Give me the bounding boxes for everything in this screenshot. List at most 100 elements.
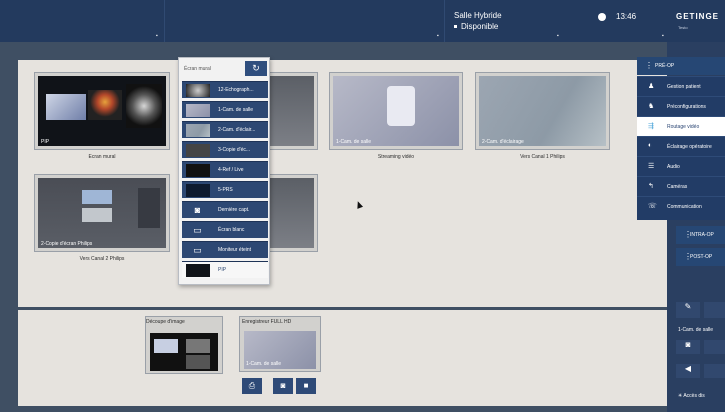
refresh-button[interactable]: ↻ — [245, 61, 267, 76]
tile-overlay-label: 1-Cam. de salle — [336, 139, 372, 145]
volume-button[interactable]: ◀ — [676, 364, 700, 378]
panel-button[interactable] — [704, 302, 725, 318]
edit-button[interactable]: ✎ — [676, 302, 700, 318]
menu-routage-video[interactable]: ⇶ Routage vidéo — [637, 116, 725, 136]
panel-button-2[interactable] — [704, 340, 725, 354]
tile-image — [38, 76, 166, 146]
room-selector[interactable]: Salle Hybride Disponible — [454, 10, 502, 32]
tile-canal-1[interactable]: 2-Cam. d'éclairage — [475, 72, 610, 150]
dropdown-item[interactable]: 2-Cam. d'éclair... — [182, 121, 268, 138]
tile-enregistreur[interactable]: Enregistreur FULL HD 1-Cam. de salle — [239, 316, 321, 372]
tile-overlay-label: 1-Cam. de salle — [246, 361, 282, 367]
menu-label: Caméras — [667, 184, 688, 190]
tile-decoupe[interactable]: Découpe d'image — [145, 316, 223, 374]
room-name: Salle Hybride — [454, 11, 502, 20]
camera-arm-icon: ↰ — [648, 183, 654, 190]
printer-icon: ⎙ — [248, 381, 256, 390]
dropdown-item[interactable]: ◙ Dernière capt. — [182, 201, 268, 218]
quad-image — [186, 355, 210, 369]
dropdown-item-label: Dernière capt. — [218, 207, 250, 213]
tile-hidden[interactable] — [262, 72, 318, 150]
tile-overlay-label: PIP — [41, 139, 50, 145]
brand-sub: Testo — [678, 25, 688, 30]
tile-streaming[interactable]: 1-Cam. de salle — [329, 72, 463, 150]
source-thumbnail — [186, 84, 210, 97]
audio-icon: ☰ — [648, 163, 655, 170]
menu-label: Préconfigurations — [667, 104, 706, 110]
menu-eclairage[interactable]: ◐ Éclairage opératoire — [637, 136, 725, 156]
dropdown-item[interactable]: 12-Echograph... — [182, 81, 268, 98]
snapshot-button[interactable]: ◙ — [273, 378, 293, 394]
camera-icon: ◙ — [280, 381, 286, 390]
video-camera-icon: ■ — [303, 381, 309, 390]
topbar-segment-2[interactable] — [165, 0, 445, 42]
status-dot-icon — [454, 25, 457, 29]
camera-button[interactable]: ◙ — [676, 340, 700, 354]
source-dropdown[interactable]: Écran mural ↻ 12-Echograph... 1-Cam. de … — [178, 57, 270, 285]
source-thumbnail — [186, 164, 210, 177]
phase-label: POST-OP — [690, 254, 713, 260]
menu-preconfigurations[interactable]: ♞ Préconfigurations — [637, 96, 725, 116]
menu-label: Gestion patient — [667, 84, 701, 90]
tile-hidden-2[interactable] — [262, 174, 318, 252]
phase-post-op[interactable]: ⋮ POST-OP — [676, 248, 725, 266]
right-menu: ♟ Gestion patient ♞ Préconfigurations ⇶ Rou… — [637, 76, 725, 220]
panel-button-3[interactable] — [704, 364, 725, 378]
phase-marker-icon: ⋮ — [645, 61, 653, 70]
tile-image — [38, 178, 166, 248]
dropdown-item-selected[interactable]: PIP — [182, 261, 268, 278]
dropdown-item[interactable]: 5-PRS — [182, 181, 268, 198]
menu-communication[interactable]: ☏ Communication — [637, 196, 725, 216]
dropdown-item-label: 2-Cam. d'éclair... — [218, 127, 256, 133]
tile-caption: Streaming vidéo — [377, 154, 415, 160]
patient-icon: ♟ — [648, 83, 655, 90]
tile-image — [150, 333, 218, 371]
record-button[interactable]: ■ — [296, 378, 316, 394]
dropdown-item-label: 5-PRS — [218, 187, 233, 193]
tile-caption: Vers Canal 1 Philips — [520, 154, 565, 160]
tile-ecran-mural[interactable]: PIP — [34, 72, 170, 150]
light-icon: ◐ — [648, 142, 653, 149]
clock-icon — [598, 13, 606, 21]
tile-canal-2[interactable]: 2-Copie d'écran Philips — [34, 174, 170, 252]
pip-sub-image — [88, 90, 122, 120]
dropdown-item[interactable]: 1-Cam. de salle — [182, 101, 268, 118]
communication-icon: ☏ — [648, 203, 657, 210]
menu-cameras[interactable]: ↰ Caméras — [637, 176, 725, 196]
dropdown-item[interactable]: 3-Copie d'éc... — [182, 141, 268, 158]
access-button[interactable]: ✳ Accès dis — [678, 393, 705, 399]
phase-label: INTRA-OP — [690, 232, 714, 238]
topbar-segment-1[interactable] — [0, 0, 165, 42]
recording-area — [18, 310, 668, 406]
source-thumbnail — [186, 124, 210, 137]
dropdown-item[interactable]: ▭ Moniteur éteint — [182, 241, 268, 258]
dropdown-item-label: 12-Echograph... — [218, 87, 254, 93]
phase-pre-op[interactable]: ⋮ PRÉ-OP — [637, 57, 725, 75]
screen-window — [138, 188, 160, 228]
tile-image — [266, 178, 314, 248]
dropdown-item-label: 4-Ref / Live — [218, 167, 244, 173]
enregistreur-title: Enregistreur FULL HD — [242, 319, 292, 325]
menu-audio[interactable]: ☰ Audio — [637, 156, 725, 176]
topbar-caret-2: ▪ — [437, 33, 439, 39]
screen-window — [82, 208, 112, 222]
dropdown-item[interactable]: 4-Ref / Live — [182, 161, 268, 178]
room-status: Disponible — [461, 22, 499, 31]
topbar-caret-3: ▪ — [557, 33, 559, 39]
topbar-caret-4: ▪ — [662, 33, 664, 39]
menu-label: Communication — [667, 204, 702, 210]
printer-button[interactable]: ⎙ — [242, 378, 262, 394]
dropdown-item[interactable]: ▭ Écran blanc — [182, 221, 268, 238]
tile-image — [479, 76, 606, 146]
phase-intra-op[interactable]: ⋮ INTRA-OP — [676, 226, 725, 244]
access-label: Accès dis — [683, 393, 705, 399]
tile-image — [333, 76, 459, 146]
dropdown-header: Écran mural — [184, 66, 211, 72]
menu-gestion-patient[interactable]: ♟ Gestion patient — [637, 76, 725, 96]
menu-label: Routage vidéo — [667, 124, 700, 130]
quad-image — [154, 339, 178, 353]
video-routing-icon: ⇶ — [648, 123, 654, 130]
preset-icon: ♞ — [648, 103, 655, 110]
sun-icon: ✳ — [678, 393, 683, 399]
topbar-caret-1: ▪ — [156, 33, 158, 39]
